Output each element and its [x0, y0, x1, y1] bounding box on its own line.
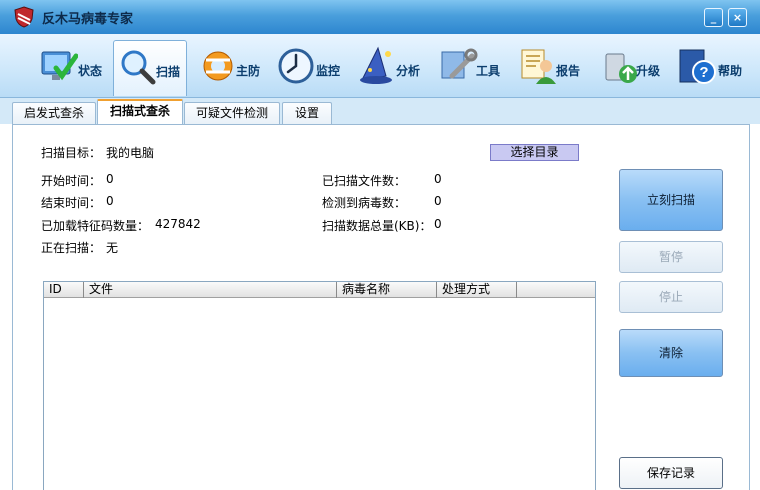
stop-button[interactable]: 停止	[619, 281, 723, 313]
scan-now-button[interactable]: 立刻扫描	[619, 169, 723, 231]
help-book-icon: ?	[679, 49, 716, 84]
toolbar-label: 帮助	[718, 64, 743, 78]
scanning-now-label: 正在扫描：	[41, 241, 102, 255]
column-header-id[interactable]: ID	[44, 282, 84, 298]
scan-results-table[interactable]: ID 文件 病毒名称 处理方式	[43, 281, 596, 490]
data-total-value: 0	[434, 217, 442, 231]
column-header-file[interactable]: 文件	[84, 282, 337, 298]
toolbar-item-analysis[interactable]: 分析	[354, 40, 426, 96]
scanning-now-value: 无	[106, 241, 119, 255]
clear-button[interactable]: 清除	[619, 329, 723, 377]
toolbar-label: 状态	[78, 64, 103, 78]
toolbar-item-monitor[interactable]: 监控	[272, 40, 346, 96]
pause-button[interactable]: 暂停	[619, 241, 723, 273]
minimize-button[interactable]: _	[704, 8, 723, 27]
toolbar-item-defense[interactable]: 主防	[196, 40, 266, 96]
data-total-label: 扫描数据总量(KB)：	[322, 219, 432, 233]
column-header-action[interactable]: 处理方式	[437, 282, 517, 298]
signatures-loaded-label: 已加载特征码数量：	[41, 219, 150, 233]
toolbar-item-tools[interactable]: 工具	[434, 40, 506, 96]
magnifier-icon	[121, 50, 156, 85]
toolbar-label: 扫描	[156, 65, 181, 79]
end-time-value: 0	[106, 194, 114, 208]
scanned-files-label: 已扫描文件数：	[322, 174, 407, 188]
tab-suspicious-file-check[interactable]: 可疑文件检测	[184, 102, 280, 124]
scanned-files-value: 0	[434, 172, 442, 186]
viruses-found-label: 检测到病毒数：	[322, 196, 407, 210]
main-toolbar: 状态 扫描 主防 监控 分析 工具 报告 升级 ? 帮助	[0, 34, 760, 98]
start-time-label: 开始时间：	[41, 174, 102, 188]
toolbar-item-upgrade[interactable]: 升级	[596, 40, 668, 96]
toolbar-item-report[interactable]: 报告	[514, 40, 586, 96]
close-button[interactable]: ×	[728, 8, 747, 27]
monitor-check-icon	[41, 51, 78, 81]
sub-tab-bar: 启发式查杀 扫描式查杀 可疑文件检测 设置	[0, 98, 760, 124]
scan-target-value: 我的电脑	[106, 146, 155, 160]
save-log-button[interactable]: 保存记录	[619, 457, 723, 489]
toolbar-item-help[interactable]: ? 帮助	[674, 40, 750, 96]
start-time-value: 0	[106, 172, 114, 186]
lifebuoy-icon	[203, 51, 233, 81]
end-time-label: 结束时间：	[41, 196, 102, 210]
upgrade-icon	[605, 53, 637, 83]
toolbar-label: 工具	[476, 64, 501, 78]
table-header: ID 文件 病毒名称 处理方式	[44, 282, 595, 298]
tools-icon	[441, 48, 478, 79]
tab-scan-kill[interactable]: 扫描式查杀	[97, 99, 183, 124]
toolbar-label: 监控	[316, 64, 341, 78]
toolbar-label: 升级	[636, 64, 661, 78]
tab-heuristic-scan[interactable]: 启发式查杀	[12, 102, 96, 124]
window-title: 反木马病毒专家	[42, 12, 134, 27]
shield-icon	[14, 6, 34, 28]
scan-target-label: 扫描目标：	[41, 146, 102, 160]
tab-settings[interactable]: 设置	[282, 102, 332, 124]
report-person-icon	[521, 49, 556, 84]
clock-icon	[278, 48, 314, 84]
scan-panel: 扫描目标： 我的电脑 选择目录 开始时间： 0 结束时间： 0 已加载特征码数量…	[12, 124, 750, 490]
title-bar: 反木马病毒专家 _ ×	[0, 0, 760, 34]
viruses-found-value: 0	[434, 194, 442, 208]
wizard-hat-icon	[360, 46, 392, 84]
choose-directory-button[interactable]: 选择目录	[490, 144, 579, 161]
column-header-virus-name[interactable]: 病毒名称	[337, 282, 437, 298]
toolbar-item-status[interactable]: 状态	[34, 40, 110, 96]
signatures-loaded-value: 427842	[155, 217, 201, 231]
toolbar-item-scan[interactable]: 扫描	[113, 40, 187, 96]
svg-text:?: ?	[699, 64, 708, 81]
toolbar-label: 主防	[236, 64, 261, 78]
toolbar-label: 分析	[396, 64, 421, 78]
toolbar-label: 报告	[556, 64, 581, 78]
